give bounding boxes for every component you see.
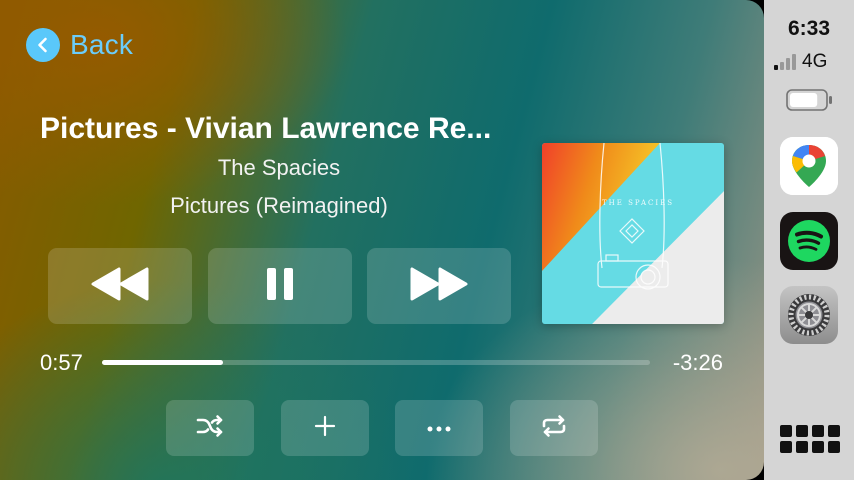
- elapsed-time: 0:57: [40, 350, 83, 375]
- settings-icon[interactable]: [780, 286, 838, 344]
- spotify-icon[interactable]: [780, 212, 838, 270]
- fast-forward-icon: [408, 266, 470, 307]
- artwork-text: THE SPACIES: [602, 199, 674, 207]
- rewind-button[interactable]: [48, 248, 192, 324]
- track-title: Pictures - Vivian Lawrence Re...: [40, 112, 492, 145]
- signal-bar: [774, 65, 778, 70]
- status-time: 6:33: [787, 17, 831, 40]
- back-button[interactable]: Back: [26, 28, 133, 62]
- signal-bar: [792, 54, 796, 70]
- rewind-icon: [89, 266, 151, 307]
- app-grid-button[interactable]: [780, 425, 840, 457]
- signal-bar: [786, 58, 790, 70]
- signal-strength-icon: [774, 54, 798, 70]
- signal-bar: [780, 62, 784, 70]
- google-maps-icon[interactable]: [780, 137, 838, 195]
- battery-level: [790, 93, 818, 107]
- pause-button[interactable]: [208, 248, 352, 324]
- album-artwork: THE SPACIES: [542, 143, 724, 324]
- shuffle-icon: [195, 414, 225, 443]
- shuffle-button[interactable]: [166, 400, 254, 456]
- more-icon: [427, 419, 451, 437]
- remaining-time: -3:26: [672, 350, 723, 375]
- back-label: Back: [70, 29, 134, 60]
- repeat-button[interactable]: [510, 400, 598, 456]
- cellular-status: 4G: [774, 51, 846, 72]
- progress-fill: [102, 360, 223, 365]
- battery-icon: [786, 89, 834, 116]
- track-album: Pictures (Reimagined): [170, 193, 388, 218]
- network-type: 4G: [802, 51, 828, 72]
- repeat-icon: [540, 414, 568, 443]
- now-playing-panel: Back Pictures - Vivian Lawrence Re... Th…: [0, 0, 764, 480]
- progress-bar[interactable]: [102, 360, 650, 365]
- app-grid-icon: [780, 425, 792, 437]
- carplay-dock: 6:33 4G: [764, 0, 854, 480]
- fast-forward-button[interactable]: [367, 248, 511, 324]
- pause-icon: [265, 266, 295, 307]
- track-artist: The Spacies: [217, 155, 341, 180]
- more-options-button[interactable]: [395, 400, 483, 456]
- plus-icon: [314, 415, 336, 442]
- carplay-screen: Back Pictures - Vivian Lawrence Re... Th…: [0, 0, 854, 480]
- chevron-left-icon: [26, 28, 60, 62]
- add-to-library-button[interactable]: [281, 400, 369, 456]
